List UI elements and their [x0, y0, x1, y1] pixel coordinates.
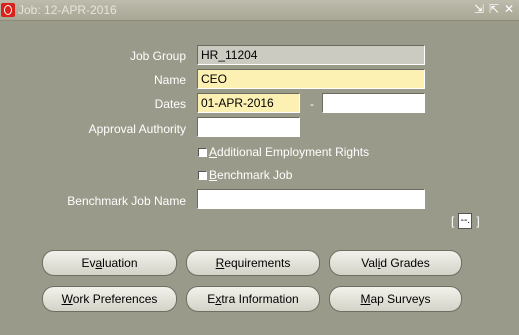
job-group-label: Job Group [129, 49, 186, 63]
benchmark-job-name-label: Benchmark Job Name [67, 194, 186, 208]
benchmark-job-checkbox[interactable]: Benchmark Job [198, 168, 292, 182]
date-separator: - [310, 97, 314, 111]
maximize-icon[interactable]: ⇱ [488, 2, 500, 16]
checkbox-box[interactable] [198, 170, 207, 180]
job-group-field[interactable]: HR_11204 [197, 45, 425, 65]
descriptive-flexfield[interactable]: [ --. ] [451, 213, 480, 229]
flexfield-open-bracket: [ [451, 214, 455, 228]
benchmark-job-name-field[interactable] [197, 189, 425, 209]
evaluation-button[interactable]: Evaluation [42, 250, 177, 276]
additional-employment-rights-checkbox[interactable]: Additional Employment Rights [198, 145, 369, 159]
approval-authority-label: Approval Authority [88, 122, 186, 136]
checkbox-box[interactable] [198, 147, 207, 157]
window-titlebar[interactable]: Job: 12-APR-2016 ⇲ ⇱ ✕ [0, 0, 519, 21]
date-to-field[interactable] [322, 93, 425, 113]
flexfield-close-bracket: ] [476, 214, 480, 228]
work-preferences-button[interactable]: Work Preferences [42, 286, 177, 312]
benchmark-job-label: Benchmark Job [209, 168, 293, 182]
minimize-icon[interactable]: ⇲ [473, 2, 485, 16]
name-field[interactable]: CEO [197, 69, 425, 89]
valid-grades-button[interactable]: Valid Grades [329, 250, 462, 276]
approval-authority-field[interactable] [197, 117, 300, 137]
window-title: Job: 12-APR-2016 [18, 3, 117, 17]
requirements-button[interactable]: Requirements [186, 250, 320, 276]
dates-label: Dates [154, 97, 186, 111]
date-from-field[interactable]: 01-APR-2016 [197, 93, 300, 113]
oracle-logo-icon [1, 3, 15, 17]
close-icon[interactable]: ✕ [503, 2, 515, 16]
map-surveys-button[interactable]: Map Surveys [329, 286, 462, 312]
extra-information-button[interactable]: Extra Information [186, 286, 320, 312]
name-label: Name [153, 73, 186, 87]
flexfield-box[interactable]: --. [458, 213, 473, 229]
additional-employment-rights-label: Additional Employment Rights [209, 145, 370, 159]
